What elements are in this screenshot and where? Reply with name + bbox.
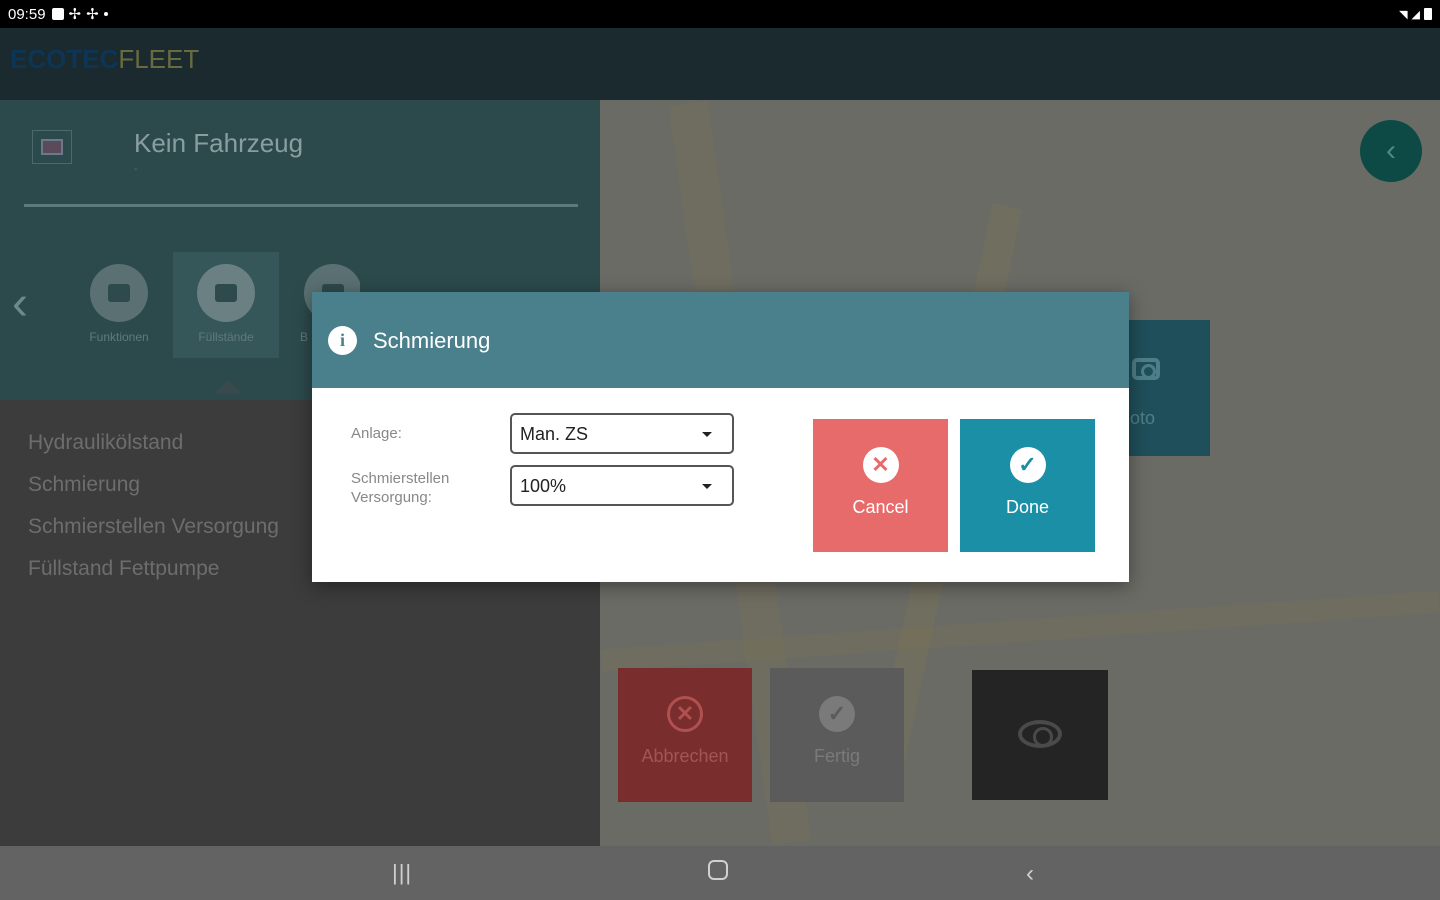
cancel-label: Cancel — [852, 497, 909, 517]
photo-label: oto — [1130, 408, 1156, 428]
check-circle-icon: ✓ — [1009, 447, 1046, 483]
signal-icon: ◢ — [1411, 8, 1420, 21]
camera-icon — [1132, 358, 1160, 380]
category-label: Funktionen — [89, 330, 149, 344]
anlage-label: Anlage: — [351, 425, 402, 442]
status-bar: 09:59 ✢ ✢ ◥ ◢ — [0, 0, 1440, 28]
fan-notification-icon: ✢ — [68, 6, 82, 23]
versorgung-label: Schmierstellen Versorgung: — [351, 470, 450, 506]
finish-label: Fertig — [813, 746, 860, 766]
selection-pointer — [214, 380, 242, 394]
dialog-title: Schmierung — [373, 328, 491, 353]
status-system-icons: ◥ ◢ — [1399, 8, 1432, 21]
dropdown-arrow-icon — [702, 484, 712, 489]
done-button[interactable]: ✓ Done — [960, 419, 1095, 552]
wifi-icon: ◥ — [1399, 8, 1408, 21]
category-funktionen[interactable]: Funktionen — [66, 252, 172, 358]
recent-apps-icon[interactable]: ||| — [392, 860, 412, 886]
carousel-prev-icon[interactable]: ‹ — [12, 280, 28, 328]
close-circle-icon: ✕ — [862, 447, 899, 483]
finish-button[interactable]: ✓ Fertig — [770, 668, 904, 802]
status-time: 09:59 — [8, 5, 46, 23]
menu-item-schmierstellen[interactable]: Schmierstellen Versorgung — [28, 514, 279, 556]
info-icon: i — [328, 326, 357, 355]
category-label: Füllstände — [198, 330, 254, 344]
gallery-notification-icon — [51, 8, 64, 20]
vehicle-image-icon[interactable] — [32, 130, 72, 164]
back-nav-icon[interactable]: ‹ — [1026, 860, 1034, 888]
dropdown-arrow-icon — [702, 432, 712, 437]
fan-notification-icon-2: ✢ — [86, 6, 99, 23]
anlage-value: Man. ZS — [520, 424, 589, 444]
status-notification-icons: ✢ ✢ — [51, 5, 108, 23]
dialog-header: i Schmierung — [312, 292, 1129, 388]
app-bar: ECOTECFLEET — [0, 28, 1440, 100]
menu-item-fuellstand-fettpumpe[interactable]: Füllstand Fettpumpe — [28, 556, 279, 598]
brand-logo-part2: FLEET — [118, 44, 200, 74]
category-fuellstaende[interactable]: Füllstände — [173, 252, 279, 358]
abort-button[interactable]: ✕ Abbrechen — [618, 668, 752, 802]
divider — [24, 204, 578, 207]
preview-button[interactable] — [972, 670, 1108, 800]
close-circle-icon: ✕ — [667, 696, 703, 732]
check-circle-icon: ✓ — [819, 696, 855, 732]
cancel-button[interactable]: ✕ Cancel — [813, 419, 948, 552]
abort-label: Abbrechen — [641, 746, 729, 766]
versorgung-value: 100% — [520, 476, 567, 496]
vehicle-title: Kein Fahrzeug — [134, 128, 304, 158]
more-notifications-icon — [103, 12, 108, 16]
home-icon[interactable] — [708, 860, 728, 880]
done-label: Done — [1005, 497, 1050, 517]
anlage-select[interactable]: Man. ZS — [510, 413, 734, 454]
schmierung-dialog: i Schmierung Anlage: Man. ZS Schmierstel… — [312, 292, 1129, 582]
category-icon — [90, 264, 148, 322]
menu-list: Hydraulikölstand Schmierung Schmierstell… — [28, 430, 279, 598]
battery-icon — [1424, 8, 1432, 20]
menu-item-schmierung[interactable]: Schmierung — [28, 472, 279, 514]
vehicle-subtitle: - — [134, 164, 138, 175]
brand-logo: ECOTECFLEET — [10, 44, 199, 75]
eye-icon — [1018, 720, 1062, 748]
chevron-left-icon: ‹ — [1386, 134, 1396, 167]
system-nav-bar: ||| ‹ — [0, 846, 1440, 900]
back-button[interactable]: ‹ — [1360, 120, 1422, 182]
versorgung-select[interactable]: 100% — [510, 465, 734, 506]
menu-item-hydraulikoelstand[interactable]: Hydraulikölstand — [28, 430, 279, 472]
brand-logo-part1: ECOTEC — [10, 44, 119, 74]
category-icon — [197, 264, 255, 322]
